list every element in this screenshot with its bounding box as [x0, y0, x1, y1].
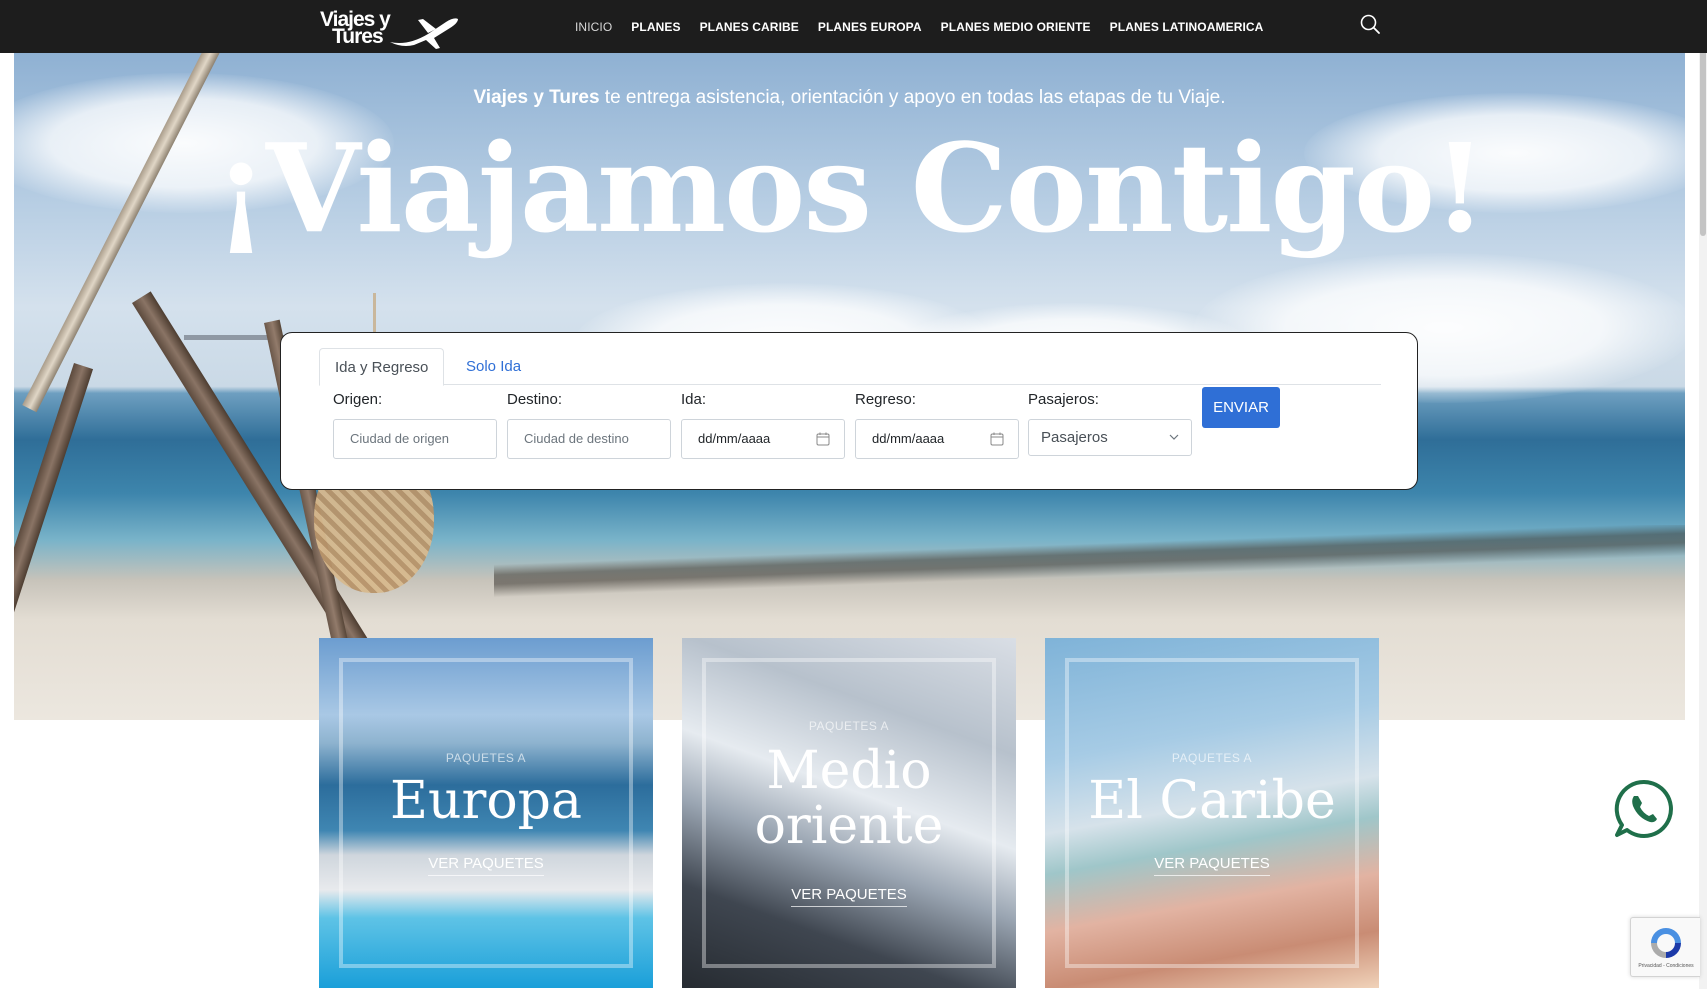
- destino-input[interactable]: Ciudad de destino: [507, 419, 671, 459]
- pasajeros-label: Pasajeros:: [1028, 391, 1099, 408]
- regreso-date-value: dd/mm/aaaa: [872, 431, 945, 446]
- card-cta-wrapper: VER PAQUETES: [319, 855, 653, 876]
- main-menu: INICIO PLANES PLANES CARIBE PLANES EUROP…: [575, 0, 1282, 53]
- enviar-button[interactable]: ENVIAR: [1202, 387, 1280, 428]
- origen-field-group: Origen: Ciudad de origen: [333, 391, 497, 459]
- chevron-down-icon: [1169, 434, 1179, 440]
- calendar-icon[interactable]: [816, 432, 830, 446]
- page-scrollbar[interactable]: [1699, 0, 1707, 989]
- origen-input[interactable]: Ciudad de origen: [333, 419, 497, 459]
- ida-field-group: Ida: dd/mm/aaaa: [681, 391, 845, 459]
- tab-solo-ida[interactable]: Solo Ida: [451, 348, 536, 386]
- hero-tagline: Viajes y Tures te entrega asistencia, or…: [14, 87, 1685, 109]
- card-title: Europa: [390, 771, 582, 831]
- calendar-icon[interactable]: [990, 432, 1004, 446]
- destino-field-group: Destino: Ciudad de destino: [507, 391, 671, 459]
- nav-item-inicio[interactable]: INICIO: [575, 20, 612, 34]
- whatsapp-icon[interactable]: [1613, 778, 1675, 840]
- nav-item-planes-caribe[interactable]: PLANES CARIBE: [700, 20, 799, 34]
- scrollbar-thumb[interactable]: [1700, 26, 1706, 236]
- airplane-icon: [390, 18, 458, 49]
- card-eyebrow: PAQUETES A: [808, 719, 890, 733]
- nav-item-planes-europa[interactable]: PLANES EUROPA: [818, 20, 922, 34]
- trip-type-tabs: Ida y Regreso Solo Ida: [319, 348, 1381, 386]
- origen-label: Origen:: [333, 391, 383, 408]
- top-navbar: Viajes y Tures INICIO PLANES PLANES CARI…: [0, 0, 1707, 53]
- card-eyebrow: PAQUETES A: [445, 751, 527, 765]
- site-logo[interactable]: Viajes y Tures: [318, 8, 460, 50]
- hero-tagline-brand: Viajes y Tures: [473, 87, 600, 108]
- nav-item-planes-latinoamerica[interactable]: PLANES LATINOAMERICA: [1110, 20, 1264, 34]
- search-icon[interactable]: [1359, 13, 1381, 35]
- recaptcha-icon: [1651, 928, 1681, 958]
- regreso-field-group: Regreso: dd/mm/aaaa: [855, 391, 1019, 459]
- card-title: Medio oriente: [754, 741, 944, 857]
- regreso-label: Regreso:: [855, 391, 916, 408]
- destination-card-europa[interactable]: PAQUETES A Europa VER PAQUETES: [319, 638, 653, 988]
- hero-rocks: [494, 525, 1685, 615]
- recaptcha-text: Privacidad - Condiciones: [1638, 963, 1694, 969]
- ver-paquetes-link[interactable]: VER PAQUETES: [791, 886, 907, 907]
- ida-date-value: dd/mm/aaaa: [698, 431, 771, 446]
- ver-paquetes-link[interactable]: VER PAQUETES: [428, 855, 544, 876]
- destination-card-el-caribe[interactable]: PAQUETES A El Caribe VER PAQUETES: [1045, 638, 1379, 988]
- logo-text-line2: Tures: [332, 25, 384, 48]
- hero-tagline-text: te entrega asistencia, orientación y apo…: [599, 87, 1226, 108]
- nav-item-planes-medio-oriente[interactable]: PLANES MEDIO ORIENTE: [941, 20, 1091, 34]
- card-title: El Caribe: [1088, 771, 1336, 831]
- nav-item-planes[interactable]: PLANES: [631, 20, 680, 34]
- pasajeros-field-group: Pasajeros: Pasajeros: [1028, 391, 1192, 456]
- card-cta-wrapper: VER PAQUETES: [682, 886, 1016, 907]
- tab-ida-y-regreso[interactable]: Ida y Regreso: [319, 348, 445, 386]
- ver-paquetes-link[interactable]: VER PAQUETES: [1154, 855, 1270, 876]
- ida-date-input[interactable]: dd/mm/aaaa: [681, 419, 845, 459]
- hero-title: ¡Viajamos Contigo!: [214, 116, 1486, 260]
- pasajeros-select[interactable]: Pasajeros: [1028, 419, 1192, 456]
- ida-label: Ida:: [681, 391, 707, 408]
- card-cta-wrapper: VER PAQUETES: [1045, 855, 1379, 876]
- destino-label: Destino:: [507, 391, 563, 408]
- hero-swing-frame: [14, 363, 94, 720]
- destination-card-medio-oriente[interactable]: PAQUETES A Medio oriente VER PAQUETES: [682, 638, 1016, 988]
- regreso-date-input[interactable]: dd/mm/aaaa: [855, 419, 1019, 459]
- pasajeros-selected-value: Pasajeros: [1041, 429, 1108, 446]
- flight-search-form: Ida y Regreso Solo Ida Origen: Ciudad de…: [280, 332, 1418, 490]
- recaptcha-badge[interactable]: Privacidad - Condiciones: [1630, 917, 1700, 977]
- card-eyebrow: PAQUETES A: [1171, 751, 1253, 765]
